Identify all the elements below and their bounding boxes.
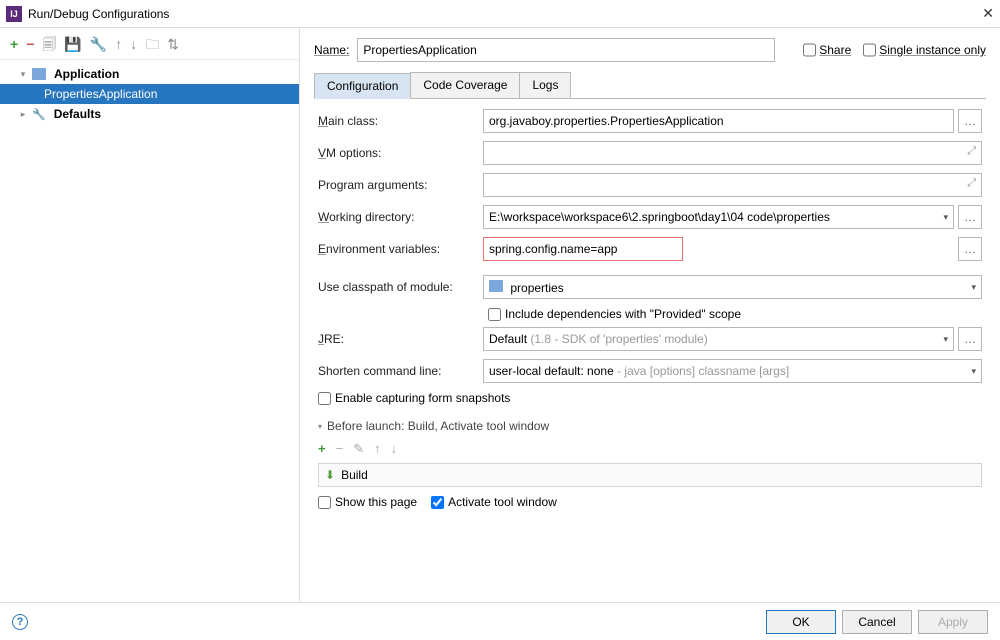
browse-env-vars[interactable]: … [958,237,982,261]
tabs: Configuration Code Coverage Logs [314,72,986,99]
tab-logs[interactable]: Logs [519,72,571,98]
help-icon[interactable]: ? [12,614,28,630]
chevron-down-icon: ▾ [971,282,976,293]
env-vars-label: Environment variables: [318,242,483,256]
close-icon[interactable]: ✕ [982,5,994,22]
single-instance-checkbox[interactable]: Single instance only [863,38,986,62]
program-args-label: Program arguments: [318,178,483,192]
remove-task-icon[interactable]: − [336,441,344,457]
application-node-icon [32,68,46,80]
apply-button[interactable]: Apply [918,610,988,634]
classpath-label: Use classpath of module: [318,280,483,294]
defaults-node-icon: 🔧 [32,108,46,121]
left-panel: + − 🗐 💾 🔧 ↑ ↓ 🗀 ⇅ ▾ Application Properti… [0,28,300,602]
tree-child-label: PropertiesApplication [44,87,157,101]
jre-label: JRE: [318,332,483,346]
tree-node-application[interactable]: ▾ Application [0,64,299,84]
working-dir-select[interactable]: E:\workspace\workspace6\2.springboot\day… [483,205,954,229]
before-launch-header[interactable]: ▾ Before launch: Build, Activate tool wi… [318,419,982,433]
vm-options-input[interactable] [483,141,982,165]
snapshots-checkbox[interactable] [318,392,331,405]
window-title: Run/Debug Configurations [28,7,169,21]
browse-working-dir[interactable]: … [958,205,982,229]
shorten-select[interactable]: user-local default: none - java [options… [483,359,982,383]
classpath-select[interactable]: properties▾ [483,275,982,299]
tree-node-properties-app[interactable]: PropertiesApplication [0,84,299,104]
ok-button[interactable]: OK [766,610,836,634]
tree-node-defaults[interactable]: ▸ 🔧 Defaults [0,104,299,124]
name-input[interactable] [357,38,775,62]
chevron-down-icon: ▾ [943,334,948,345]
right-panel: Name: Share Single instance only Configu… [300,28,1000,602]
env-vars-input[interactable] [483,237,683,261]
share-checkbox[interactable]: Share [803,38,851,62]
before-launch-toolbar: + − ✎ ↑ ↓ [318,439,982,463]
titlebar: IJ Run/Debug Configurations ✕ [0,0,1000,28]
save-icon[interactable]: 💾 [64,37,81,51]
program-args-input[interactable] [483,173,982,197]
snapshots-label: Enable capturing form snapshots [335,391,510,405]
main-class-input[interactable] [483,109,954,133]
main-class-label: Main class: [318,114,483,128]
include-provided-label: Include dependencies with "Provided" sco… [505,307,741,321]
up-task-icon[interactable]: ↑ [374,441,381,457]
app-icon: IJ [6,6,22,22]
vm-options-label: VM options: [318,146,483,160]
show-this-page-checkbox[interactable]: Show this page [318,495,417,509]
add-task-icon[interactable]: + [318,441,326,457]
include-provided-checkbox[interactable] [488,308,501,321]
collapse-icon[interactable]: ⇅ [167,37,179,51]
add-icon[interactable]: + [10,37,18,51]
chevron-down-icon: ▾ [943,212,948,223]
wrench-icon[interactable]: 🔧 [90,37,107,51]
working-dir-label: Working directory: [318,210,483,224]
activate-tool-window-checkbox[interactable]: Activate tool window [431,495,557,509]
chevron-down-icon: ▾ [971,366,976,377]
dialog-footer: ? OK Cancel Apply [0,602,1000,640]
jre-select[interactable]: Default (1.8 - SDK of 'properties' modul… [483,327,954,351]
config-tree: ▾ Application PropertiesApplication ▸ 🔧 … [0,60,299,128]
folder-icon[interactable]: 🗀 [145,37,159,51]
cancel-button[interactable]: Cancel [842,610,912,634]
tree-node-label: Application [54,67,119,81]
expand-icon[interactable]: ▾ [18,69,28,80]
remove-icon[interactable]: − [26,37,34,51]
up-icon[interactable]: ↑ [115,37,122,51]
collapse-icon[interactable]: ▾ [318,422,322,431]
edit-task-icon[interactable]: ✎ [353,441,364,457]
expand-icon[interactable]: ▸ [18,109,28,120]
config-toolbar: + − 🗐 💾 🔧 ↑ ↓ 🗀 ⇅ [0,28,299,60]
browse-jre[interactable]: … [958,327,982,351]
shorten-label: Shorten command line: [318,364,483,378]
tab-code-coverage[interactable]: Code Coverage [410,72,520,98]
down-icon[interactable]: ↓ [130,37,137,51]
tab-configuration[interactable]: Configuration [314,73,411,99]
name-label: Name: [314,43,349,57]
down-task-icon[interactable]: ↓ [391,441,398,457]
copy-icon[interactable]: 🗐 [42,37,56,51]
build-task-item[interactable]: ⬇ Build [318,463,982,487]
tree-node-label: Defaults [54,107,101,121]
config-form: Main class: … VM options: Program argume… [314,99,986,509]
browse-main-class[interactable]: … [958,109,982,133]
build-icon: ⬇ [325,468,335,482]
module-icon [489,280,503,292]
